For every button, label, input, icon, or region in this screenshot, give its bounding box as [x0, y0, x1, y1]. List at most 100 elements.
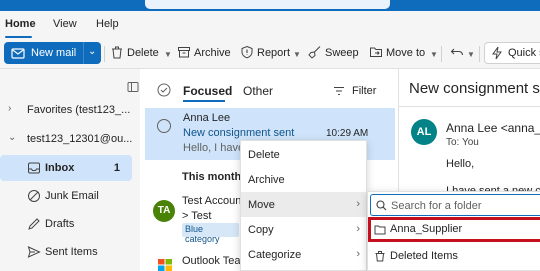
- tab-other[interactable]: Other: [243, 84, 273, 98]
- chevron-down-icon[interactable]: ▼: [164, 50, 172, 59]
- menu-item-label: Categorize: [248, 249, 302, 261]
- sidebar-item-label: Inbox: [45, 162, 75, 174]
- chevron-down-icon: ⌄: [8, 132, 17, 143]
- broom-icon: [308, 46, 321, 59]
- sidebar-item-junk[interactable]: Junk Email: [0, 183, 132, 209]
- folder-search-input[interactable]: [391, 198, 540, 213]
- menu-item-delete[interactable]: Delete: [241, 142, 366, 167]
- search-icon: [376, 200, 387, 211]
- archive-button[interactable]: Archive: [194, 47, 231, 59]
- move-to-button[interactable]: Move to: [386, 47, 425, 59]
- ribbon-divider: [441, 46, 442, 62]
- menu-item-label: Delete: [248, 149, 280, 161]
- sidebar-item-inbox[interactable]: Inbox 1: [0, 155, 132, 181]
- favorites-label: Favorites (test123_...: [27, 104, 131, 116]
- select-all-icon[interactable]: [157, 83, 171, 97]
- active-tab-indicator: [5, 36, 32, 38]
- chevron-down-icon[interactable]: ▼: [293, 50, 301, 59]
- message-sender: Test Account: [182, 195, 245, 207]
- chevron-right-icon: ›: [356, 248, 360, 260]
- mail-icon: [11, 48, 25, 59]
- send-icon: [27, 246, 41, 258]
- menu-item-categorize[interactable]: Categorize ›: [241, 242, 366, 267]
- message-subject: New consignment sent: [183, 127, 295, 139]
- delete-button[interactable]: Delete: [127, 47, 159, 59]
- menu-item-label: Archive: [248, 174, 285, 186]
- avatar: AL: [411, 119, 437, 145]
- tab-view[interactable]: View: [53, 18, 77, 30]
- archive-icon: [178, 47, 190, 58]
- favorites-group[interactable]: › Favorites (test123_...: [0, 97, 132, 123]
- message-subject: > Test: [182, 210, 212, 222]
- divider: [399, 106, 540, 107]
- active-tab-indicator: [183, 100, 225, 102]
- inbox-icon: [28, 162, 40, 174]
- unread-count: 1: [113, 162, 120, 174]
- folder-option-anna-supplier[interactable]: Anna_Supplier: [368, 217, 540, 242]
- menu-item-move[interactable]: Move ›: [241, 192, 366, 217]
- chevron-down-icon[interactable]: ▼: [430, 50, 438, 59]
- filter-icon: [334, 86, 344, 96]
- tab-focused[interactable]: Focused: [183, 84, 232, 98]
- folder-option-deleted-items[interactable]: Deleted Items: [368, 244, 540, 269]
- quick-steps-label: Quick s: [508, 47, 540, 59]
- folder-option-label: Anna_Supplier: [390, 223, 463, 235]
- menu-tabs: Home View Help: [0, 11, 540, 39]
- folder-search-box: [370, 194, 540, 216]
- trash-icon: [375, 251, 385, 262]
- filter-button[interactable]: Filter: [352, 85, 376, 97]
- reading-greeting: Hello,: [446, 158, 475, 170]
- message-time: 10:29 AM: [326, 128, 369, 139]
- top-bar: [0, 0, 540, 11]
- ribbon-divider: [479, 46, 480, 62]
- menu-item-copy[interactable]: Copy ›: [241, 217, 366, 242]
- reading-to: To: You: [446, 137, 479, 148]
- select-checkbox[interactable]: [157, 119, 171, 133]
- junk-icon: [28, 190, 40, 202]
- chevron-right-icon: ›: [8, 103, 12, 114]
- lightning-icon: [492, 46, 502, 60]
- top-search-box[interactable]: [145, 0, 390, 9]
- sidebar-item-drafts[interactable]: Drafts: [0, 211, 132, 237]
- context-menu: Delete Archive Move › Copy › Categorize …: [240, 140, 367, 271]
- category-badge: Blue category: [182, 223, 239, 244]
- report-button[interactable]: Report: [257, 47, 290, 59]
- tab-help[interactable]: Help: [96, 18, 119, 30]
- message-sender: Anna Lee: [183, 112, 231, 124]
- avatar: TA: [153, 200, 175, 222]
- ribbon: New mail ⌄ Delete ▼ Archive Report ▼ Swe…: [0, 39, 540, 69]
- microsoft-logo-icon: [158, 259, 172, 271]
- menu-item-label: Copy: [248, 224, 274, 236]
- reading-from[interactable]: Anna Lee <anna_su: [446, 121, 540, 135]
- chevron-down-icon[interactable]: ⌄: [88, 46, 96, 57]
- chevron-right-icon: ›: [356, 223, 360, 235]
- shield-icon: [241, 45, 253, 59]
- quick-steps-button[interactable]: Quick s: [484, 42, 540, 64]
- sidebar-item-label: Drafts: [45, 218, 75, 230]
- message-list-tabs: Focused Other Filter: [145, 69, 395, 105]
- account-label: test123_12301@ou...: [27, 133, 133, 145]
- collapse-pane-icon[interactable]: [127, 81, 139, 93]
- folder-move-icon: [370, 47, 382, 57]
- folder-pane: › Favorites (test123_... ⌄ test123_12301…: [0, 69, 140, 271]
- sweep-button[interactable]: Sweep: [325, 47, 359, 59]
- new-mail-label: New mail: [31, 47, 77, 59]
- tab-home[interactable]: Home: [5, 18, 36, 30]
- sidebar-item-label: Sent Items: [45, 246, 98, 258]
- folder-icon: [374, 225, 386, 235]
- split-divider: [83, 42, 84, 64]
- chevron-right-icon: ›: [356, 198, 360, 210]
- undo-icon[interactable]: [450, 45, 464, 59]
- folder-option-label: Deleted Items: [390, 250, 458, 262]
- sidebar-item-label: Junk Email: [45, 190, 99, 202]
- account-group[interactable]: ⌄ test123_12301@ou...: [0, 126, 132, 152]
- chevron-down-icon[interactable]: ▼: [467, 50, 475, 59]
- move-submenu: Anna_Supplier Deleted Items: [367, 191, 540, 271]
- new-mail-button[interactable]: New mail ⌄: [4, 42, 101, 64]
- menu-item-label: Move: [248, 199, 275, 211]
- ribbon-divider: [104, 46, 105, 62]
- section-header: This month: [182, 171, 242, 183]
- sidebar-item-sent[interactable]: Sent Items: [0, 239, 132, 265]
- menu-item-archive[interactable]: Archive: [241, 167, 366, 192]
- trash-icon: [112, 46, 122, 59]
